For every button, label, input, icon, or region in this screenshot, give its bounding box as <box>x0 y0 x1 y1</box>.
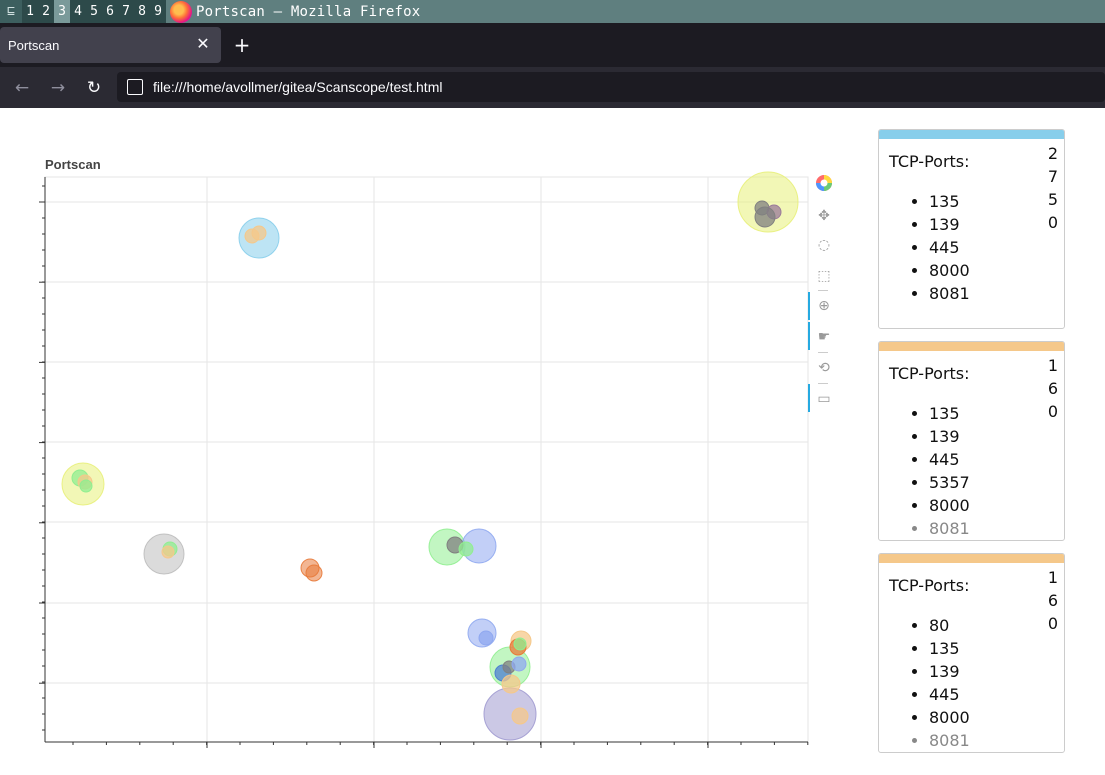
reset-icon[interactable]: ⟲ <box>814 358 834 378</box>
tab-bar: Portscan ✕ + <box>0 23 1105 67</box>
port-item: 8081 <box>929 282 970 305</box>
port-item: 8000 <box>929 259 970 282</box>
page-content: Portscan ✥ ◌ ⬚ ⊕ ☛ ⟲ ▭ TCP-Ports: 2750 •… <box>0 108 1105 775</box>
card-label: TCP-Ports: <box>889 152 970 171</box>
scatter-plot[interactable] <box>30 168 815 748</box>
toolbar-separator <box>818 383 828 384</box>
url-bar[interactable]: file:///home/avollmer/gitea/Scanscope/te… <box>117 72 1105 102</box>
bubble[interactable] <box>251 225 267 241</box>
card-count: 160 <box>1047 568 1059 633</box>
port-item: 445 <box>929 683 970 706</box>
host-card[interactable]: TCP-Ports: 2750 135 139 445 8000 8081 <box>878 129 1065 329</box>
host-card[interactable]: TCP-Ports: 160 135 139 445 5357 8000 808… <box>878 341 1065 541</box>
bubble[interactable] <box>754 206 776 228</box>
wm-logo-icon: ⊑ <box>0 0 22 23</box>
workspace-8[interactable]: 8 <box>134 0 150 23</box>
card-color-bar <box>879 554 1064 563</box>
nav-bar: ← → ↻ file:///home/avollmer/gitea/Scansc… <box>0 67 1105 108</box>
port-item: 80 <box>929 614 970 637</box>
bubble[interactable] <box>501 674 521 694</box>
port-item: 139 <box>929 213 970 236</box>
workspace-5[interactable]: 5 <box>86 0 102 23</box>
forward-button[interactable]: → <box>45 75 71 101</box>
active-tool-indicator <box>808 292 810 320</box>
url-text: file:///home/avollmer/gitea/Scanscope/te… <box>153 79 443 95</box>
card-label: TCP-Ports: <box>889 576 970 595</box>
port-item: 135 <box>929 637 970 660</box>
card-color-bar <box>879 130 1064 139</box>
card-label: TCP-Ports: <box>889 364 970 383</box>
bubble[interactable] <box>305 564 323 582</box>
toolbar-separator <box>818 290 828 291</box>
card-count: 160 <box>1047 356 1059 421</box>
workspace-6[interactable]: 6 <box>102 0 118 23</box>
bubble[interactable] <box>511 707 529 725</box>
tap-icon[interactable]: ☛ <box>814 327 834 347</box>
port-list: 135 139 445 8000 8081 <box>929 190 970 305</box>
page-icon <box>127 79 143 95</box>
port-item: 445 <box>929 236 970 259</box>
bubble[interactable] <box>513 637 527 651</box>
box-select-icon[interactable]: ⬚ <box>814 266 834 286</box>
port-item: 8000 <box>929 494 970 517</box>
bubble[interactable] <box>478 630 494 646</box>
card-color-bar <box>879 342 1064 351</box>
port-item: 139 <box>929 660 970 683</box>
tab-title: Portscan <box>8 37 60 53</box>
workspace-7[interactable]: 7 <box>118 0 134 23</box>
active-tool-indicator <box>808 322 810 350</box>
host-card[interactable]: TCP-Ports: 160 80 135 139 445 8000 8081 <box>878 553 1065 753</box>
port-item: 5357 <box>929 471 970 494</box>
workspace-2[interactable]: 2 <box>38 0 54 23</box>
port-list: 80 135 139 445 8000 8081 <box>929 614 970 752</box>
card-count: 2750 <box>1047 144 1059 232</box>
lasso-select-icon[interactable]: ◌ <box>814 235 834 255</box>
grid <box>44 176 809 743</box>
port-item: 8081 <box>929 517 970 540</box>
port-list: 135 139 445 5357 8000 8081 <box>929 402 970 540</box>
active-tool-indicator <box>808 384 810 412</box>
tab-portscan[interactable]: Portscan ✕ <box>0 27 221 63</box>
bubble[interactable] <box>511 656 527 672</box>
bubble[interactable] <box>458 541 474 557</box>
plot-toolbar: ✥ ◌ ⬚ ⊕ ☛ ⟲ ▭ <box>808 173 838 423</box>
wheel-zoom-icon[interactable]: ⊕ <box>814 296 834 316</box>
port-item: 8000 <box>929 706 970 729</box>
wm-bar: ⊑ 1 2 3 4 5 6 7 8 9 Portscan — Mozilla F… <box>0 0 1105 23</box>
port-item: 139 <box>929 425 970 448</box>
bokeh-logo-icon[interactable] <box>814 174 834 194</box>
reload-button[interactable]: ↻ <box>81 75 107 101</box>
workspace-3[interactable]: 3 <box>54 0 70 23</box>
port-item: 8081 <box>929 729 970 752</box>
bubble[interactable] <box>161 545 175 559</box>
bubble[interactable] <box>79 479 93 493</box>
close-tab-icon[interactable]: ✕ <box>193 35 213 55</box>
workspace-9[interactable]: 9 <box>150 0 166 23</box>
workspace-1[interactable]: 1 <box>22 0 38 23</box>
port-item: 445 <box>929 448 970 471</box>
firefox-icon <box>170 0 192 23</box>
workspace-4[interactable]: 4 <box>70 0 86 23</box>
window-title: Portscan — Mozilla Firefox <box>196 3 421 20</box>
pan-icon[interactable]: ✥ <box>814 206 834 226</box>
hover-icon[interactable]: ▭ <box>814 389 834 409</box>
plot-frame <box>44 176 809 743</box>
port-item: 135 <box>929 402 970 425</box>
port-item: 135 <box>929 190 970 213</box>
toolbar-separator <box>818 352 828 353</box>
back-button[interactable]: ← <box>9 75 35 101</box>
new-tab-button[interactable]: + <box>230 33 254 57</box>
